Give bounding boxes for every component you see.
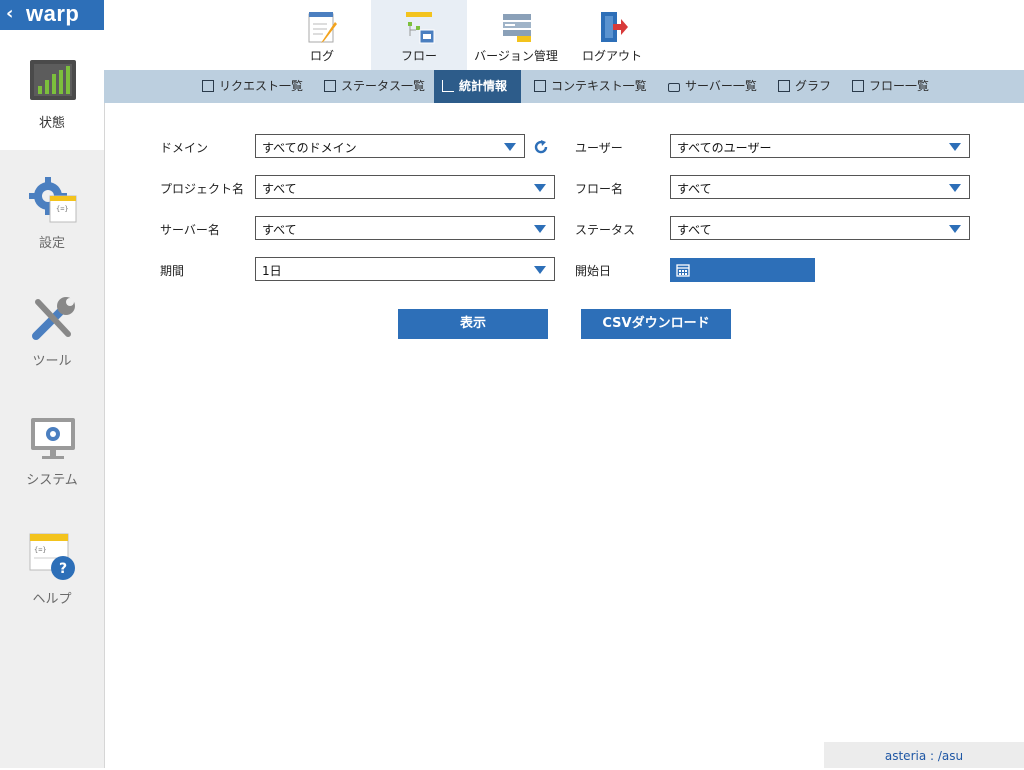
settings-gear-icon: {=}: [29, 177, 77, 223]
svg-text:{=}: {=}: [56, 205, 69, 213]
dropdown-arrow-icon: [534, 225, 546, 233]
tab-label: バージョン管理: [474, 49, 558, 63]
status-select-value: すべて: [677, 223, 712, 237]
dropdown-arrow-icon: [504, 143, 516, 151]
subtab-label: フロー一覧: [869, 79, 930, 93]
request-list-icon: [202, 80, 214, 92]
subtab-server-list[interactable]: サーバー一覧: [664, 70, 761, 103]
back-to-warp-button[interactable]: ‹ warp: [0, 0, 104, 30]
start-date-label: 開始日: [575, 264, 612, 278]
dropdown-arrow-icon: [534, 184, 546, 192]
dropdown-arrow-icon: [949, 225, 961, 233]
subtab-context-list[interactable]: コンテキスト一覧: [530, 70, 651, 103]
flow-icon: [406, 12, 435, 44]
sidebar-item-label: 状態: [38, 116, 65, 131]
brand-name: warp: [26, 1, 80, 26]
refresh-icon[interactable]: [533, 139, 549, 155]
subtab-label: 統計情報: [459, 79, 508, 93]
statistics-icon: [442, 80, 454, 92]
show-button[interactable]: 表示: [398, 309, 548, 339]
left-sidebar: ‹ warp 状態 {=} 設定 ツール システム {=} ? ヘルプ: [0, 0, 105, 768]
subtab-label: コンテキスト一覧: [551, 79, 647, 93]
status-chart-icon: [30, 60, 76, 100]
domain-select[interactable]: すべてのドメイン: [255, 134, 525, 158]
subtab-label: グラフ: [795, 79, 832, 93]
dropdown-arrow-icon: [949, 143, 961, 151]
start-date-picker[interactable]: [670, 258, 815, 282]
chevron-left-icon: ‹: [6, 3, 14, 24]
subtab-statistics[interactable]: 統計情報: [434, 70, 521, 103]
status-select[interactable]: すべて: [670, 216, 970, 240]
sidebar-item-label: 設定: [38, 236, 65, 251]
tab-label: フロー: [400, 49, 437, 63]
tab-log[interactable]: ログ: [274, 0, 370, 70]
tab-label: ログアウト: [581, 49, 642, 63]
user-select[interactable]: すべてのユーザー: [670, 134, 970, 158]
graph-icon: [778, 80, 790, 92]
subtab-label: サーバー一覧: [685, 79, 757, 93]
calendar-icon: [676, 264, 690, 277]
sidebar-item-help[interactable]: {=} ? ヘルプ: [0, 512, 104, 632]
user-label: ユーザー: [575, 141, 623, 155]
status-label: ステータス: [575, 223, 636, 237]
status-bar-text: asteria : /asu: [824, 742, 1024, 768]
server-select[interactable]: すべて: [255, 216, 555, 240]
flow-select-value: すべて: [677, 182, 712, 196]
top-navigation: ログ フロー バージョン管理 ログアウト: [104, 0, 1024, 70]
subtab-label: リクエスト一覧: [219, 79, 304, 93]
flow-select[interactable]: すべて: [670, 175, 970, 199]
help-icon: {=} ?: [29, 533, 75, 580]
sidebar-item-settings[interactable]: {=} 設定: [0, 152, 104, 272]
domain-label: ドメイン: [160, 141, 209, 155]
version-control-icon: [503, 14, 531, 42]
status-list-icon: [324, 80, 336, 92]
sidebar-item-tools[interactable]: ツール: [0, 272, 104, 392]
sub-navigation: リクエスト一覧 ステータス一覧 統計情報 コンテキスト一覧 サーバー一覧 グラフ…: [104, 70, 1024, 103]
context-list-icon: [534, 80, 546, 92]
period-select[interactable]: 1日: [255, 257, 555, 281]
sidebar-item-status[interactable]: 状態: [0, 30, 104, 150]
svg-text:?: ?: [59, 561, 67, 577]
csv-download-button[interactable]: CSVダウンロード: [581, 309, 731, 339]
server-list-icon: [668, 83, 680, 92]
server-select-value: すべて: [262, 223, 297, 237]
dropdown-arrow-icon: [534, 266, 546, 274]
subtab-request-list[interactable]: リクエスト一覧: [198, 70, 307, 103]
tab-label: ログ: [309, 49, 334, 63]
svg-text:{=}: {=}: [34, 546, 47, 554]
server-label: サーバー名: [160, 223, 220, 237]
user-select-value: すべてのユーザー: [677, 141, 772, 155]
sidebar-item-label: システム: [26, 473, 78, 488]
project-label: プロジェクト名: [160, 182, 245, 196]
system-monitor-icon: [31, 418, 75, 459]
period-select-value: 1日: [262, 264, 282, 278]
subtab-graph[interactable]: グラフ: [774, 70, 835, 103]
project-select[interactable]: すべて: [255, 175, 555, 199]
subtab-label: ステータス一覧: [341, 79, 426, 93]
subtab-status-list[interactable]: ステータス一覧: [320, 70, 429, 103]
logout-door-icon: [601, 12, 628, 42]
tab-version-control[interactable]: バージョン管理: [468, 0, 564, 70]
project-select-value: すべて: [262, 182, 297, 196]
period-label: 期間: [160, 264, 185, 278]
domain-select-value: すべてのドメイン: [262, 141, 357, 155]
sidebar-item-label: ヘルプ: [32, 592, 72, 607]
flow-list-icon: [852, 80, 864, 92]
dropdown-arrow-icon: [949, 184, 961, 192]
sidebar-item-system[interactable]: システム: [0, 392, 104, 512]
tab-flow[interactable]: フロー: [371, 0, 467, 70]
sidebar-item-label: ツール: [32, 354, 72, 369]
subtab-flow-list[interactable]: フロー一覧: [848, 70, 933, 103]
flow-label: フロー名: [575, 182, 624, 196]
tab-logout[interactable]: ログアウト: [564, 0, 660, 70]
log-notepad-icon: [308, 12, 337, 43]
tools-icon: [32, 297, 75, 340]
